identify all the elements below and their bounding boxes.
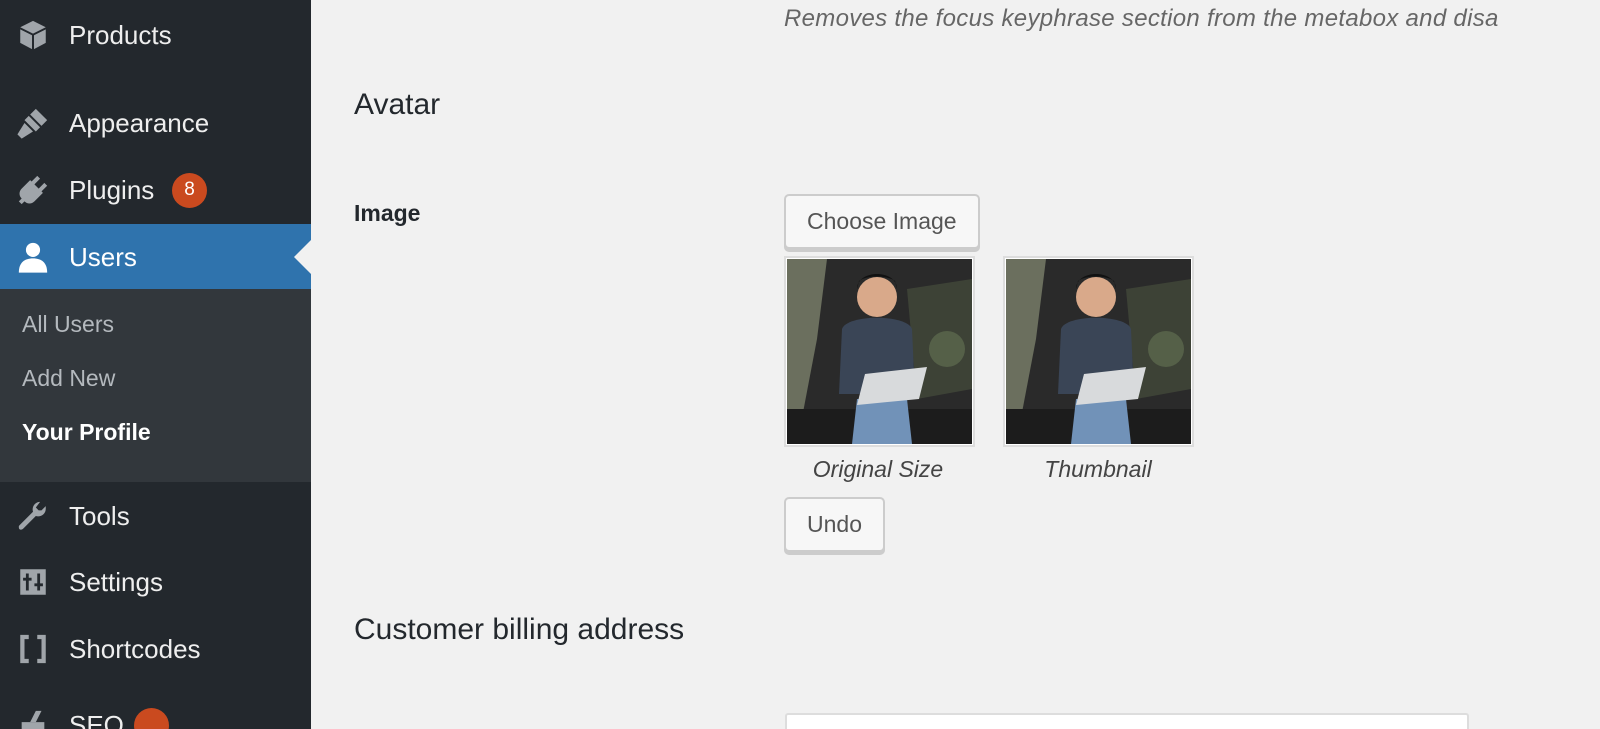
avatar-heading: Avatar <box>354 88 441 121</box>
sidebar-item-label: Users <box>69 241 137 272</box>
user-icon <box>16 240 50 274</box>
choose-image-button[interactable]: Choose Image <box>784 194 980 249</box>
users-submenu: All Users Add New Your Profile <box>0 289 311 482</box>
undo-button[interactable]: Undo <box>784 497 885 552</box>
plug-icon <box>16 173 50 207</box>
seo-icon <box>16 708 50 729</box>
avatar-thumbnail-image[interactable] <box>1003 256 1194 447</box>
sidebar-item-settings[interactable]: Settings <box>0 549 311 615</box>
wrench-icon <box>16 499 50 533</box>
sidebar-item-label: Tools <box>69 500 130 531</box>
avatar-photo <box>1006 259 1191 444</box>
avatar-photo <box>787 259 972 444</box>
box-icon <box>16 18 50 52</box>
billing-field-input[interactable] <box>785 713 1469 729</box>
admin-sidebar: Products Appearance Plugins 8 Users All … <box>0 0 311 729</box>
billing-address-heading: Customer billing address <box>354 613 685 646</box>
thumbnail-caption: Thumbnail <box>1044 456 1152 482</box>
profile-main-content: Removes the focus keyphrase section from… <box>311 0 1600 729</box>
brackets-icon <box>16 632 50 666</box>
image-field-label: Image <box>354 200 421 226</box>
sidebar-item-label: SEO <box>69 709 124 729</box>
focus-keyphrase-description: Removes the focus keyphrase section from… <box>784 5 1499 32</box>
sidebar-item-seo[interactable]: SEO <box>0 692 311 729</box>
sidebar-item-plugins[interactable]: Plugins 8 <box>0 157 311 223</box>
sidebar-item-label: Shortcodes <box>69 633 201 664</box>
avatar-original-image[interactable] <box>784 256 975 447</box>
sidebar-item-appearance[interactable]: Appearance <box>0 90 311 156</box>
seo-notification-badge <box>134 707 169 729</box>
sidebar-item-shortcodes[interactable]: Shortcodes <box>0 616 311 682</box>
update-count-badge: 8 <box>172 172 207 208</box>
sidebar-item-products[interactable]: Products <box>0 2 311 68</box>
sidebar-item-label: Plugins <box>69 174 155 205</box>
submenu-item-all-users[interactable]: All Users <box>22 311 114 338</box>
sidebar-item-label: Appearance <box>69 107 210 138</box>
submenu-item-add-new[interactable]: Add New <box>22 365 115 392</box>
sidebar-item-label: Products <box>69 19 172 50</box>
sliders-icon <box>16 565 50 599</box>
sidebar-item-tools[interactable]: Tools <box>0 483 311 549</box>
sidebar-item-users[interactable]: Users <box>0 224 311 290</box>
submenu-item-your-profile[interactable]: Your Profile <box>22 419 151 446</box>
brush-icon <box>16 106 50 140</box>
original-size-caption: Original Size <box>812 456 944 482</box>
sidebar-item-label: Settings <box>69 566 163 597</box>
